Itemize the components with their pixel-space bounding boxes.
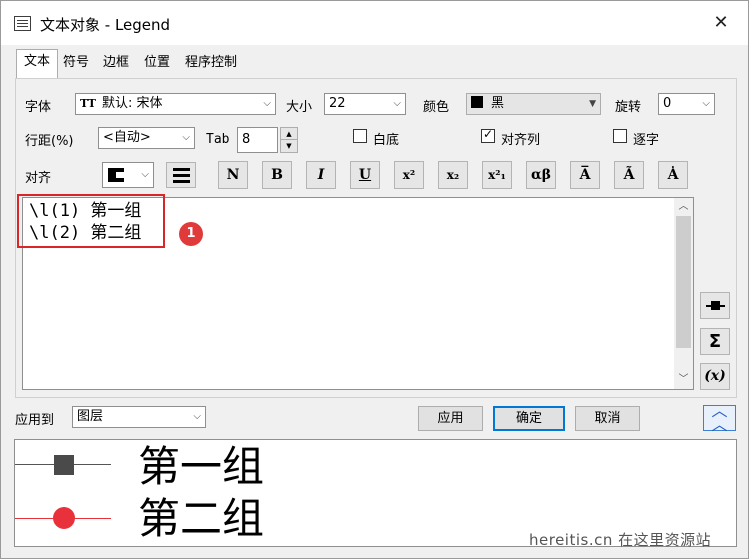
- char-by-char-checkbox[interactable]: [613, 129, 627, 143]
- super-subscript-button[interactable]: x²₁: [482, 161, 512, 189]
- align-left-notch: [116, 172, 124, 178]
- chevron-down-icon: ⌵: [263, 98, 271, 109]
- sigma-button[interactable]: Σ: [700, 328, 730, 355]
- legend-label-2: 第二组: [138, 494, 265, 543]
- font-label: 字体: [25, 100, 52, 115]
- tab-position[interactable]: 位置: [142, 51, 172, 77]
- scroll-up-icon[interactable]: ︿: [674, 198, 693, 215]
- subscript-button[interactable]: x₂: [438, 161, 468, 189]
- tab-programming[interactable]: 程序控制: [183, 51, 239, 77]
- size-select[interactable]: 22 ⌵: [324, 93, 406, 115]
- line-style-button[interactable]: [166, 162, 196, 188]
- tab-width-value: 8: [242, 132, 251, 147]
- chevron-down-icon: ⌵: [193, 411, 201, 422]
- align-label: 对齐: [25, 171, 52, 186]
- annotation-marker: 1: [179, 222, 203, 246]
- chevron-down-icon: ⌵: [393, 98, 401, 109]
- dropdown-arrow-icon: ▼: [589, 99, 596, 109]
- apply-button[interactable]: 应用: [418, 406, 483, 431]
- color-value: 黑: [491, 96, 505, 111]
- color-label: 颜色: [423, 100, 450, 115]
- underline-button[interactable]: U: [350, 161, 380, 189]
- variable-button[interactable]: (x): [700, 363, 730, 390]
- font-select[interactable]: TT 默认: 宋体 ⌵: [75, 93, 276, 115]
- watermark: hereitis.cn 在这里资源站: [529, 531, 712, 549]
- tilde-button[interactable]: Ã: [614, 161, 644, 189]
- scroll-down-icon[interactable]: ﹀: [674, 371, 693, 388]
- normal-button[interactable]: N: [218, 161, 248, 189]
- font-value: 默认: 宋体: [101, 96, 163, 111]
- checkmark-icon: ✓: [483, 127, 494, 141]
- rotate-label: 旋转: [615, 100, 642, 115]
- chevron-down-icon: ⌵: [182, 132, 190, 143]
- line-spacing-label: 行距(%): [25, 134, 74, 149]
- tab-width-input[interactable]: 8: [237, 127, 278, 153]
- spin-down-icon[interactable]: ▼: [281, 140, 297, 152]
- char-by-char-label: 逐字: [633, 133, 660, 148]
- font-icon: TT: [80, 97, 96, 110]
- align-columns-label: 对齐列: [501, 133, 541, 148]
- close-button[interactable]: ✕: [705, 9, 737, 37]
- lines-icon: [173, 168, 190, 171]
- greek-button[interactable]: αβ: [526, 161, 556, 189]
- spin-up-icon[interactable]: ▲: [281, 128, 297, 140]
- rotate-value: 0: [663, 96, 672, 111]
- tab-text[interactable]: 文本: [16, 49, 58, 79]
- double-chevron-up-icon: ︿ ︿: [711, 401, 728, 434]
- scroll-thumb[interactable]: [676, 216, 691, 348]
- apply-to-label: 应用到: [15, 413, 55, 428]
- tab-width-label: Tab: [206, 132, 230, 147]
- legend-square-symbol: [54, 455, 74, 475]
- rotate-select[interactable]: 0 ⌵: [658, 93, 715, 115]
- white-bg-checkbox[interactable]: [353, 129, 367, 143]
- bold-button[interactable]: B: [262, 161, 292, 189]
- dot-accent-button[interactable]: Ȧ: [658, 161, 688, 189]
- ok-button[interactable]: 确定: [493, 406, 565, 431]
- app-icon: [14, 16, 31, 31]
- size-label: 大小: [286, 100, 313, 115]
- collapse-preview-button[interactable]: ︿ ︿: [703, 401, 736, 434]
- tab-symbol[interactable]: 符号: [61, 51, 91, 77]
- align-select[interactable]: ⌵: [102, 162, 154, 188]
- editor-scrollbar[interactable]: ︿ ﹀: [674, 198, 693, 389]
- tab-border[interactable]: 边框: [101, 51, 131, 77]
- window-title: 文本对象 - Legend: [40, 16, 171, 34]
- align-columns-checkbox[interactable]: ✓: [481, 127, 495, 143]
- color-swatch: [471, 96, 483, 108]
- highlight-box: [17, 194, 165, 248]
- superscript-button[interactable]: x²: [394, 161, 424, 189]
- chevron-down-icon: ⌵: [141, 169, 149, 180]
- legend-label-1: 第一组: [138, 442, 265, 491]
- legend-square-icon: [711, 301, 720, 310]
- italic-button[interactable]: I: [306, 161, 336, 189]
- legend-circle-symbol: [53, 507, 75, 529]
- line-spacing-value: <自动>: [103, 130, 151, 145]
- cancel-button[interactable]: 取消: [575, 406, 640, 431]
- text-object-dialog: 文本对象 - Legend ✕ 文本 符号 边框 位置 程序控制 字体 TT 默认…: [0, 0, 749, 559]
- title-bar: 文本对象 - Legend ✕: [1, 1, 748, 45]
- color-select[interactable]: 黑 ▼: [466, 93, 601, 115]
- tab-width-spinner[interactable]: ▲ ▼: [280, 127, 298, 153]
- chevron-down-icon: ⌵: [702, 98, 710, 109]
- insert-symbol-button[interactable]: [700, 292, 730, 319]
- apply-to-select[interactable]: 图层 ⌵: [72, 406, 206, 428]
- white-bg-label: 白底: [373, 133, 400, 148]
- apply-to-value: 图层: [77, 409, 104, 424]
- line-spacing-select[interactable]: <自动> ⌵: [98, 127, 195, 149]
- size-value: 22: [329, 96, 346, 111]
- overbar-button[interactable]: A̅: [570, 161, 600, 189]
